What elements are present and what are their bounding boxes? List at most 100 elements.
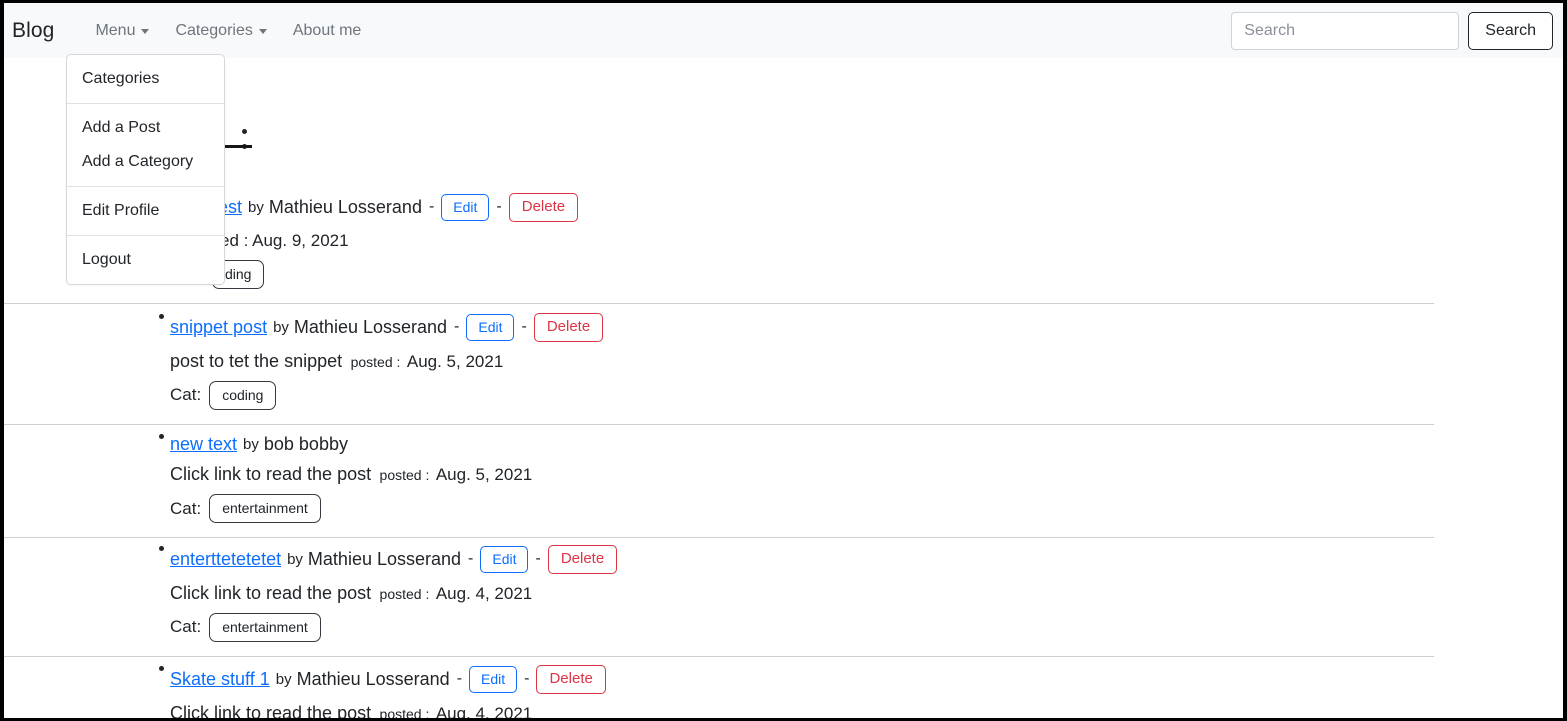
list-bullet-icon — [159, 314, 164, 319]
brand-logo[interactable]: Blog — [12, 19, 54, 43]
post-content: snippet post by Mathieu Losserand - Edit… — [4, 303, 1434, 424]
list-bullet-icon — [242, 129, 247, 134]
separator-dash: - — [456, 670, 463, 688]
post-header: Skate stuff 1 by Mathieu Losserand - Edi… — [156, 665, 1434, 694]
list-bullet-icon — [159, 434, 164, 439]
menu-dropdown-group: Categories — [67, 55, 224, 103]
menu-dropdown: Categories Add a Post Add a Category Edi… — [66, 54, 225, 285]
separator-dash: - — [428, 198, 435, 216]
posted-label: posted : — [379, 705, 430, 719]
post-header: enterttetetetet by Mathieu Losserand - E… — [156, 545, 1434, 574]
nav-item-categories[interactable]: Categories — [162, 14, 279, 48]
edit-button[interactable]: Edit — [466, 313, 515, 341]
nav-item-about-me-label: About me — [292, 21, 362, 39]
delete-button[interactable]: Delete — [508, 193, 579, 222]
category-tag[interactable]: entertainment — [209, 612, 321, 642]
post-snippet: Click link to read the post — [170, 464, 372, 484]
delete-button[interactable]: Delete — [547, 545, 618, 574]
post-snippet: post to tet the snippet — [170, 350, 343, 371]
separator-dash: - — [496, 198, 502, 216]
post-body: ed : Aug. 9, 2021 — [218, 232, 1434, 250]
menu-item-categories[interactable]: Categories — [67, 62, 224, 96]
separator-dash: - — [535, 550, 541, 568]
menu-item-edit-profile[interactable]: Edit Profile — [67, 194, 224, 228]
list-bullet-icon — [159, 666, 164, 671]
nav-item-about-me[interactable]: About me — [280, 14, 374, 48]
post-header: new text by bob bobby — [156, 433, 1434, 455]
post-snippet: Click link to read the post — [170, 582, 372, 603]
edit-button[interactable]: Edit — [480, 545, 529, 573]
menu-dropdown-group: Logout — [67, 236, 224, 284]
post-date: ed : Aug. 9, 2021 — [220, 230, 349, 250]
navbar: Blog Menu Categories About me Search — [4, 3, 1563, 58]
post-author: bob bobby — [263, 434, 348, 454]
post-header: snippet post by Mathieu Losserand - Edit… — [156, 313, 1434, 342]
list-bullet-icon — [159, 546, 164, 551]
post-author: Mathieu Losserand — [307, 549, 462, 570]
post-body: Click link to read the post posted : Aug… — [170, 465, 1434, 484]
separator-dash: - — [454, 318, 460, 336]
menu-item-add-a-category[interactable]: Add a Category — [67, 145, 224, 179]
nav-item-menu[interactable]: Menu — [82, 14, 162, 48]
window-frame-right — [1563, 0, 1567, 721]
menu-item-logout[interactable]: Logout — [67, 243, 224, 277]
nav-item-categories-label: Categories — [175, 21, 253, 39]
nav-links: Menu Categories About me — [82, 14, 374, 48]
post-title-link[interactable]: Skate stuff 1 — [170, 670, 270, 688]
category-tag[interactable]: entertainment — [209, 494, 321, 524]
chevron-down-icon — [258, 29, 267, 34]
delete-button[interactable]: Delete — [536, 665, 606, 694]
post-category-row: Cat: coding — [170, 380, 1434, 410]
window-frame-left — [0, 0, 4, 721]
search-button[interactable]: Search — [1468, 11, 1553, 50]
post-author: Mathieu Losserand — [296, 669, 450, 690]
post-item: enterttetetetet by Mathieu Losserand - E… — [4, 535, 1434, 657]
chevron-down-icon — [141, 29, 150, 34]
post-content: enterttetetetet by Mathieu Losserand - E… — [4, 535, 1434, 656]
menu-dropdown-group: Edit Profile — [67, 187, 224, 235]
post-date: Aug. 4, 2021 — [435, 583, 533, 603]
edit-button[interactable]: Edit — [441, 193, 490, 221]
by-label: by — [275, 670, 292, 688]
post-title-link[interactable]: new text — [170, 435, 237, 453]
separator-dash: - — [524, 670, 530, 688]
post-body: Click link to read the post posted : Aug… — [170, 584, 1434, 603]
post-author: Mathieu Losserand — [293, 317, 448, 338]
occluded-post-fragment — [4, 58, 1563, 158]
by-label: by — [273, 318, 289, 336]
post-category-row: Cat: entertainment — [170, 612, 1434, 642]
delete-button[interactable]: Delete — [533, 313, 604, 342]
post-category-row: Cat: entertainment — [170, 494, 1434, 524]
post-title-link[interactable]: snippet post — [170, 318, 267, 336]
post-list: est by Mathieu Losserand - Edit - Delete… — [4, 58, 1563, 718]
edit-button[interactable]: Edit — [469, 665, 518, 693]
by-label: by — [248, 198, 264, 216]
posted-label: posted : — [350, 353, 401, 370]
separator-dash: - — [521, 318, 527, 336]
post-date: Aug. 4, 2021 — [435, 703, 533, 719]
post-content: Skate stuff 1 by Mathieu Losserand - Edi… — [4, 655, 1434, 718]
by-label: by — [243, 435, 259, 453]
category-label: Cat: — [170, 617, 202, 637]
post-item: snippet post by Mathieu Losserand - Edit… — [4, 303, 1434, 425]
post-content: new text by bob bobby Click link to read… — [4, 423, 1434, 537]
category-label: Cat: — [170, 498, 202, 518]
category-tag[interactable]: coding — [209, 380, 277, 410]
post-date: Aug. 5, 2021 — [406, 351, 504, 371]
post-category-row: ding — [212, 259, 1434, 289]
navbar-search-area: Search — [1231, 11, 1553, 50]
search-input[interactable] — [1231, 11, 1460, 50]
nav-item-menu-label: Menu — [95, 21, 136, 39]
post-header: est by Mathieu Losserand - Edit - Delete — [156, 193, 1434, 222]
post-body: Click link to read the post posted : Aug… — [170, 704, 1434, 719]
window-frame-top — [0, 0, 1567, 3]
page-root: Blog Menu Categories About me Search Cat… — [4, 3, 1563, 718]
menu-item-add-a-post[interactable]: Add a Post — [67, 111, 224, 145]
post-title-link[interactable]: enterttetetetet — [170, 550, 281, 568]
by-label: by — [287, 550, 303, 568]
posted-label: posted : — [379, 467, 430, 483]
post-item: Skate stuff 1 by Mathieu Losserand - Edi… — [4, 655, 1434, 718]
post-item: new text by bob bobby Click link to read… — [4, 423, 1434, 539]
post-author: Mathieu Losserand — [268, 197, 422, 218]
menu-dropdown-group: Add a Post Add a Category — [67, 104, 224, 186]
